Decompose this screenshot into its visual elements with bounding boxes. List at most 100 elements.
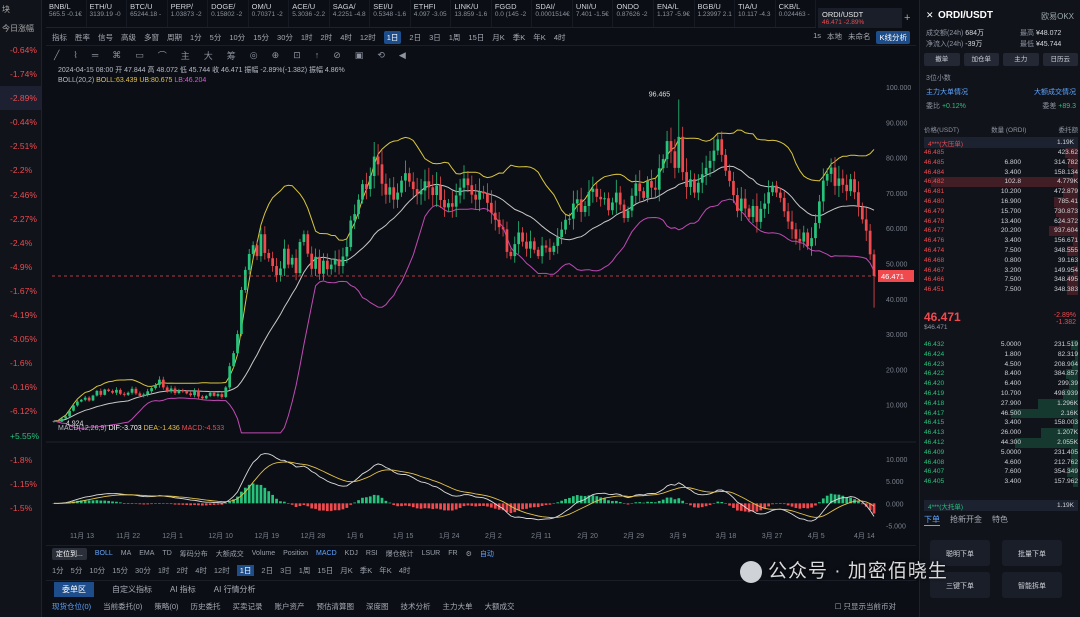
panel-tab[interactable]: 委单区 (54, 582, 94, 597)
period-button[interactable]: 年K (533, 32, 546, 43)
ticker-item[interactable]: CKB/L 0.024463 - (776, 0, 817, 27)
ticker-strip[interactable]: BNB/L 565.5 -0.1€ ETH/U 3139.19 -0 BTC/U 6524… (46, 0, 817, 28)
period-tab[interactable]: 2时 (177, 565, 189, 576)
indicator-tab[interactable]: LSUR (422, 550, 441, 557)
period-tab[interactable]: 30分 (135, 565, 151, 576)
watchlist-item[interactable]: -1.74% (0, 62, 41, 86)
draw-tool-icon[interactable]: ═ (92, 50, 98, 60)
orderbook-row[interactable]: 46.407 7.600 354.349 (924, 467, 1078, 478)
orderbook-row[interactable]: 46.477 20.200 937.604 (924, 226, 1078, 237)
indicator-tab[interactable]: 大额成交 (216, 549, 244, 559)
indicator-tab[interactable]: KDJ (345, 550, 358, 557)
trade-tab[interactable]: 特色 (992, 514, 1008, 526)
draw-tool-icon[interactable]: ⌇ (73, 50, 77, 61)
period-tab[interactable]: 10分 (89, 565, 105, 576)
draw-tool-icon[interactable]: ⟲ (377, 50, 385, 61)
draw-tool-icon[interactable]: ⌘ (112, 50, 121, 61)
period-tab[interactable]: 15分 (112, 565, 128, 576)
ticker-item[interactable]: LINK/U 13.859 -1.6 (451, 0, 492, 27)
exchange-select[interactable]: 欧易OKX (1041, 11, 1074, 22)
watchlist-item[interactable]: -2.27% (0, 207, 41, 231)
order-tab[interactable]: 历史委托 (191, 601, 221, 612)
orderbook-row[interactable]: 46.485 6.800 314.782 (924, 157, 1078, 168)
ticker-item[interactable]: BTC/U 65244.18 - (127, 0, 168, 27)
watchlist-item[interactable]: -0.44% (0, 110, 41, 134)
period-button[interactable]: 4时 (340, 32, 352, 43)
bid-list[interactable]: 46.432 5.0000 231.519 46.424 1.800 82.319 46.4… (924, 340, 1078, 487)
watchlist-item[interactable]: -4.19% (0, 303, 41, 327)
indicator-tab[interactable]: MACD (316, 550, 337, 557)
period-button[interactable]: 高级 (121, 32, 136, 43)
trade-tab[interactable]: 抢新开金 (950, 514, 982, 526)
period-button[interactable]: 15分 (253, 32, 269, 43)
draw-tool-icon[interactable]: ⊕ (272, 50, 280, 61)
toolbar-right-button[interactable]: 1s (813, 31, 821, 44)
period-button[interactable]: 15日 (468, 32, 484, 43)
period-tab[interactable]: 4时 (195, 565, 207, 576)
orderbook-row[interactable]: 46.419 10.700 498.939 (924, 388, 1078, 399)
period-tab[interactable]: 季K (360, 565, 373, 576)
orderbook-row[interactable]: 46.451 7.500 348.383 (924, 285, 1078, 295)
watchlist-item[interactable]: -3.05% (0, 327, 41, 351)
watchlist-item[interactable]: +5.55% (0, 424, 41, 448)
indicator-tab[interactable]: Volume (252, 550, 275, 557)
depth-select[interactable]: 3位小数 (926, 73, 951, 83)
period-button[interactable]: 1分 (190, 32, 202, 43)
ask-list[interactable]: 46.485 423.62 46.485 6.800 314.782 46.484 3.40… (924, 148, 1078, 295)
period-button[interactable]: 5分 (210, 32, 222, 43)
indicator-tab[interactable]: 筹码分布 (180, 549, 208, 559)
draw-tool-icon[interactable]: ▣ (355, 50, 364, 61)
period-tab[interactable]: 12时 (214, 565, 230, 576)
action-button[interactable]: 加仓单 (963, 53, 999, 66)
period-tab[interactable]: 5分 (71, 565, 83, 576)
orderbook-row[interactable]: 46.415 3.400 158.003 (924, 418, 1078, 429)
watchlist-percent-list[interactable]: -0.64% -1.74% -2.89% -0.44% -2.51% -2.2% -2.46… (0, 38, 41, 520)
ticker-item[interactable]: DOGE/0.15802 -2 (208, 0, 249, 27)
orderbook-row[interactable]: 46.480 16.900 785.41 (924, 196, 1078, 207)
period-button[interactable]: 多窗 (144, 32, 159, 43)
watchlist-item[interactable]: -2.2% (0, 158, 41, 182)
period-tab[interactable]: 3日 (280, 565, 292, 576)
panel-tab[interactable]: 自定义指标 (112, 584, 152, 595)
indicator-tab[interactable]: 爆仓统计 (386, 549, 414, 559)
period-button[interactable]: 周期 (167, 32, 182, 43)
only-current-checkbox[interactable]: ☐ 只显示当前币对 (835, 601, 916, 612)
period-button[interactable]: 2时 (321, 32, 333, 43)
draw-tool-icon[interactable]: ⊡ (293, 50, 301, 61)
current-symbol-tab[interactable]: ORDI/USDT 46.471 -2.89% (818, 8, 902, 28)
orderbook-row[interactable]: 46.468 0.800 39.163 (924, 255, 1078, 266)
ticker-item[interactable]: SDAI/0.0001514€ (532, 0, 573, 27)
period-tab[interactable]: 1周 (299, 565, 311, 576)
indicator-tab[interactable]: EMA (139, 550, 154, 557)
orderbook-row[interactable]: 46.413 26.000 1.207K (924, 428, 1078, 438)
toolbar-right-button[interactable]: 未命名 (848, 31, 871, 44)
order-tab[interactable]: 现货仓位(0) (52, 601, 91, 612)
period-tab[interactable]: 1时 (158, 565, 170, 576)
period-button[interactable]: 胜率 (75, 32, 90, 43)
toolbar-right-button[interactable]: 本地 (827, 31, 842, 44)
period-button[interactable]: 2日 (409, 32, 421, 43)
ticker-item[interactable]: OM/U 0.70371 -2 (249, 0, 290, 27)
indicator-tab[interactable]: RSI (366, 550, 378, 557)
watchlist-item[interactable]: -0.16% (0, 375, 41, 399)
ticker-item[interactable]: ETH/U 3139.19 -0 (87, 0, 128, 27)
period-tab[interactable]: 4时 (399, 565, 411, 576)
orderbook-row[interactable]: 46.467 3.200 149.954 (924, 265, 1078, 276)
indicator-tab[interactable]: 定位到... (52, 547, 87, 560)
period-button[interactable]: 30分 (277, 32, 293, 43)
period-tab[interactable]: 月K (340, 565, 353, 576)
watchlist-item[interactable]: -1.15% (0, 472, 41, 496)
period-tab[interactable]: 1分 (52, 565, 64, 576)
orderbook-row[interactable]: 46.484 3.400 158.134 (924, 167, 1078, 178)
orderbook-row[interactable]: 46.432 5.0000 231.519 (924, 340, 1078, 350)
order-tab[interactable]: 预估清算图 (317, 601, 355, 612)
indicator-tab[interactable]: TD (162, 550, 171, 557)
period-button[interactable]: 1周 (449, 32, 461, 43)
period-button[interactable]: 12时 (360, 32, 376, 43)
indicator-tab[interactable]: ⚙ (466, 550, 472, 558)
orderbook-row[interactable]: 46.422 8.400 384.857 (924, 369, 1078, 380)
period-button[interactable]: 季K (513, 32, 526, 43)
draw-tool-icon[interactable]: ▭ (135, 50, 144, 61)
orderbook-row[interactable]: 46.418 27.900 1.296K (924, 398, 1078, 409)
ticker-item[interactable]: ETHFI 4.097 -3.05 (411, 0, 452, 27)
